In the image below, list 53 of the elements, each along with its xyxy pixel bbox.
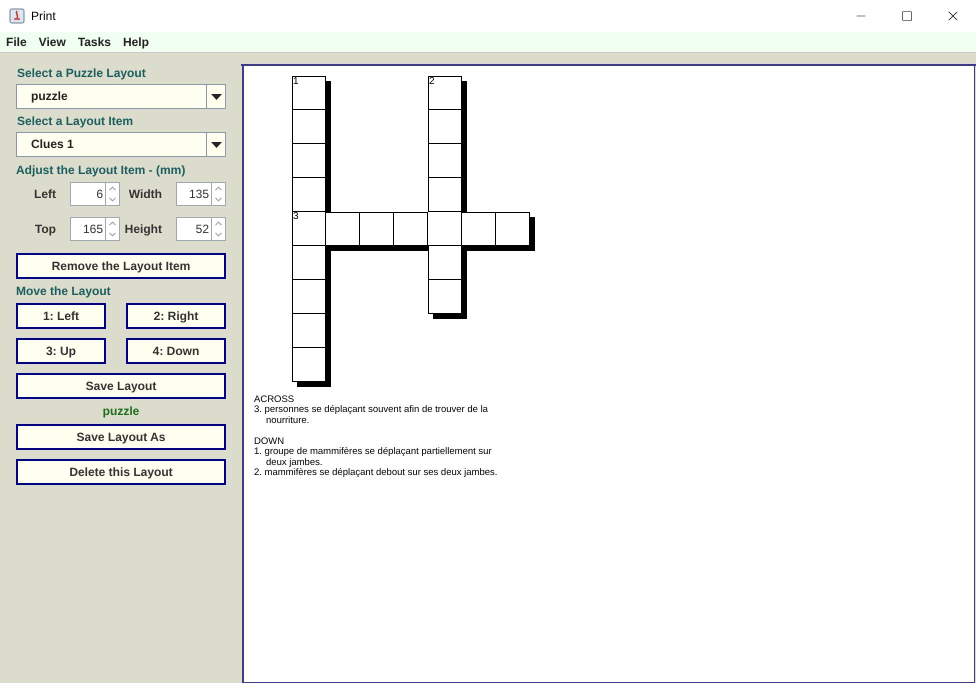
action-button[interactable]: 4: Down	[126, 338, 226, 364]
crossword-cell	[292, 280, 326, 314]
action-button[interactable]: 3: Up	[16, 338, 106, 364]
dropdown-arrow-icon	[210, 142, 222, 148]
crossword-cell	[360, 212, 394, 246]
menu-item[interactable]: Help	[122, 33, 149, 51]
section-label: Select a Layout Item	[17, 114, 134, 129]
number-spinner[interactable]: 52	[176, 217, 226, 241]
clue-number: 2	[429, 77, 435, 87]
field-label: Top	[34, 221, 56, 238]
clue-heading: ACROSS	[254, 394, 296, 405]
current-layout-name: puzzle	[102, 404, 140, 419]
clue-number: 1	[293, 77, 299, 87]
clue-text: 2. mammifères se déplaçant debout sur ses deux jambes.	[254, 468, 498, 478]
maximize-icon[interactable]	[901, 10, 913, 22]
number-spinner[interactable]: 165	[70, 217, 120, 241]
crossword-cell	[462, 212, 496, 246]
clue-heading: DOWN	[254, 436, 286, 447]
action-button[interactable]: 2: Right	[126, 303, 226, 329]
crossword-cell	[428, 178, 462, 212]
crossword-cell	[292, 144, 326, 178]
field-label: Height	[124, 221, 162, 238]
layout-dropdown[interactable]: puzzle	[16, 84, 226, 109]
crossword-cell	[428, 246, 462, 280]
field-label: Left	[33, 186, 56, 203]
action-button[interactable]: Save Layout As	[16, 424, 226, 450]
crossword-cell	[428, 280, 462, 314]
clue-number: 3	[293, 212, 299, 222]
item-dropdown[interactable]: Clues 1	[16, 132, 226, 157]
menu-item[interactable]: File	[6, 33, 27, 51]
app-icon	[9, 8, 25, 24]
dropdown-arrow-icon	[210, 94, 222, 100]
action-button[interactable]: 1: Left	[16, 303, 106, 329]
crossword-cell	[292, 314, 326, 348]
crossword-cell	[394, 212, 428, 246]
menu-item[interactable]: Tasks	[78, 33, 111, 51]
crossword-cell	[496, 212, 530, 246]
clue-text: 1. groupe de mammifères se déplaçant partiellement sur deux jambes.	[254, 447, 493, 468]
section-label: Move the Layout	[16, 284, 112, 299]
action-button[interactable]: Delete this Layout	[16, 459, 226, 485]
crossword-cell	[292, 348, 326, 382]
crossword-cell	[428, 212, 462, 246]
window-title: Print	[31, 8, 56, 25]
action-button[interactable]: Save Layout	[16, 373, 226, 399]
crossword-cell	[428, 144, 462, 178]
clue-text: 3. personnes se déplaçant souvent afin de trouver de la nourriture.	[254, 405, 489, 426]
field-label: Width	[128, 186, 162, 203]
action-button[interactable]: Remove the Layout Item	[16, 253, 226, 279]
number-spinner[interactable]: 6	[70, 182, 120, 206]
menu-item[interactable]: View	[38, 33, 66, 51]
section-label: Select a Puzzle Layout	[17, 66, 147, 81]
number-spinner[interactable]: 135	[176, 182, 226, 206]
section-label: Adjust the Layout Item - (mm)	[16, 163, 186, 178]
